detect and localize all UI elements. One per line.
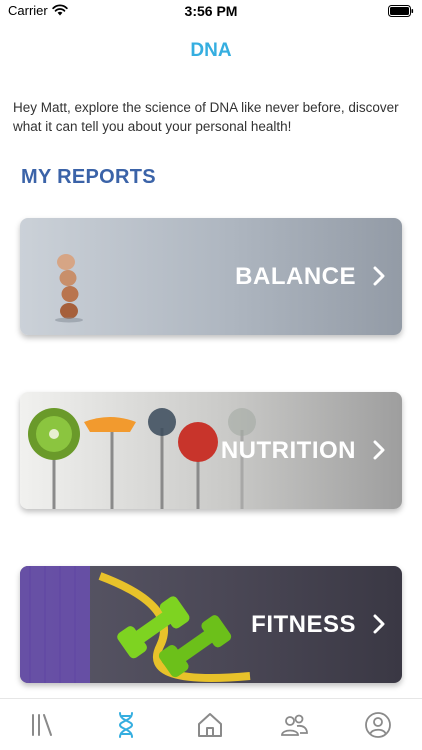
page-title: DNA [190, 40, 232, 61]
report-card-fitness[interactable]: FITNESS [20, 566, 402, 683]
report-label-balance: BALANCE [235, 263, 356, 290]
report-card-nutrition[interactable]: NUTRITION [20, 392, 402, 509]
home-icon [198, 713, 222, 737]
status-time: 3:56 PM [184, 3, 238, 19]
tab-library[interactable] [0, 699, 84, 750]
community-icon [281, 714, 308, 736]
profile-icon [365, 712, 391, 738]
report-label-nutrition: NUTRITION [220, 437, 356, 464]
tab-home[interactable] [168, 699, 252, 750]
status-bar: Carrier 3:56 PM [0, 0, 422, 24]
tab-community[interactable] [252, 699, 336, 750]
tab-dna[interactable] [84, 699, 168, 750]
chevron-right-icon [373, 614, 385, 634]
report-card-balance[interactable]: BALANCE [20, 218, 402, 335]
battery-icon [388, 5, 414, 17]
library-icon [32, 714, 52, 736]
intro-text: Hey Matt, explore the science of DNA lik… [13, 100, 399, 134]
report-label-fitness: FITNESS [251, 611, 356, 638]
tab-profile[interactable] [336, 699, 420, 750]
chevron-right-icon [373, 440, 385, 460]
chevron-right-icon [373, 266, 385, 286]
tab-bar [0, 698, 422, 750]
dna-icon [118, 712, 134, 738]
section-title-my-reports: MY REPORTS [21, 166, 156, 188]
